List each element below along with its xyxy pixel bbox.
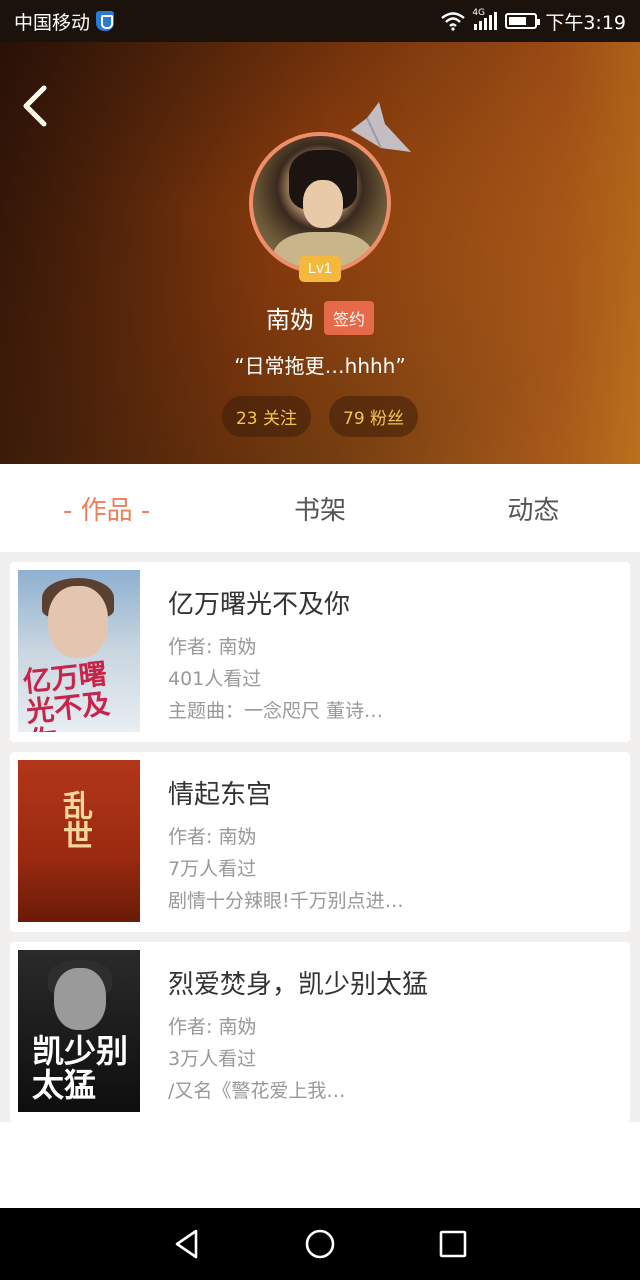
nav-back-button[interactable]	[167, 1224, 207, 1264]
signed-badge: 签约	[323, 300, 374, 335]
book-views: 7万人看过	[168, 858, 257, 880]
fans-count-button[interactable]: 79 粉丝	[329, 396, 419, 437]
status-right: 4G 下午3:19	[440, 8, 626, 35]
cover-title: 凯少别太猛	[32, 1032, 129, 1104]
chevron-left-icon	[23, 85, 47, 127]
wifi-icon	[441, 12, 466, 31]
book-author: 作者: 南妫	[168, 636, 257, 658]
tab-works[interactable]: - 作品 -	[0, 464, 213, 552]
user-motto: “日常拖更…hhhh”	[234, 354, 406, 378]
back-button[interactable]	[16, 82, 56, 130]
system-nav-bar	[0, 1208, 640, 1280]
name-row: 南妫 签约	[0, 300, 640, 335]
list-item[interactable]: 乱世 情起东宫 作者: 南妫 7万人看过 剧情十分辣眼!千万别点进…	[10, 752, 630, 932]
book-views: 401人看过	[168, 668, 262, 690]
book-description: 剧情十分辣眼!千万别点进…	[168, 890, 404, 912]
level-badge: Lv1	[299, 256, 341, 282]
cover-title: 亿万曙光不及你	[21, 657, 112, 732]
nav-home-button[interactable]	[300, 1224, 340, 1264]
book-info: 情起东宫 作者: 南妫 7万人看过 剧情十分辣眼!千万别点进…	[140, 760, 404, 924]
book-cover-image: 亿万曙光不及你	[18, 570, 140, 732]
book-info: 亿万曙光不及你 作者: 南妫 401人看过 主题曲：一念咫尺 董诗…	[140, 570, 383, 734]
tab-bookshelf[interactable]: 书架	[213, 464, 426, 552]
nav-recents-button[interactable]	[433, 1224, 473, 1264]
book-description: /又名《警花爱上我…	[168, 1080, 346, 1102]
profile-header: Lv1 南妫 签约 “日常拖更…hhhh” 23 关注 79 粉丝	[0, 42, 640, 464]
book-info: 烈爱焚身，凯少别太猛 作者: 南妫 3万人看过 /又名《警花爱上我…	[140, 950, 428, 1114]
status-time: 下午3:19	[545, 11, 626, 34]
carrier-label: 中国移动	[14, 11, 91, 34]
user-name: 南妫	[265, 306, 314, 334]
avatar[interactable]	[249, 132, 391, 274]
book-cover-image: 凯少别太猛	[18, 950, 140, 1112]
shield-icon	[96, 11, 115, 31]
works-list: 亿万曙光不及你 亿万曙光不及你 作者: 南妫 401人看过 主题曲：一念咫尺 董…	[0, 552, 640, 1122]
network-type: 4G	[472, 8, 486, 18]
tab-activity[interactable]: 动态	[427, 464, 640, 552]
status-left: 中国移动	[14, 8, 115, 35]
book-views: 3万人看过	[168, 1048, 257, 1070]
cover-title: 乱世	[57, 790, 92, 850]
book-cover-image: 乱世	[18, 760, 140, 922]
square-recents-icon	[440, 1230, 467, 1258]
book-title: 亿万曙光不及你	[168, 590, 351, 620]
battery-icon	[505, 13, 541, 29]
status-bar: 中国移动 4G 下午3:19	[0, 0, 640, 42]
book-title: 烈爱焚身，凯少别太猛	[168, 970, 429, 1000]
list-item[interactable]: 凯少别太猛 烈爱焚身，凯少别太猛 作者: 南妫 3万人看过 /又名《警花爱上我…	[10, 942, 630, 1122]
book-description: 主题曲：一念咫尺 董诗…	[168, 700, 384, 722]
book-author: 作者: 南妫	[168, 1016, 257, 1038]
triangle-back-icon	[175, 1229, 197, 1259]
stats-row: 23 关注 79 粉丝	[0, 396, 640, 437]
book-title: 情起东宫	[168, 780, 273, 810]
cell-signal-icon: 4G	[472, 8, 498, 30]
avatar-wrapper[interactable]: Lv1	[249, 132, 391, 282]
profile-page: 中国移动 4G 下午3:19 Lv1 南妫 签约 “日常拖更…hhhh” 23 …	[0, 0, 640, 1280]
list-item[interactable]: 亿万曙光不及你 亿万曙光不及你 作者: 南妫 401人看过 主题曲：一念咫尺 董…	[10, 562, 630, 742]
book-author: 作者: 南妫	[168, 826, 257, 848]
circle-home-icon	[305, 1229, 335, 1259]
following-count-button[interactable]: 23 关注	[221, 396, 311, 437]
profile-tabs: - 作品 - 书架 动态	[0, 464, 640, 552]
